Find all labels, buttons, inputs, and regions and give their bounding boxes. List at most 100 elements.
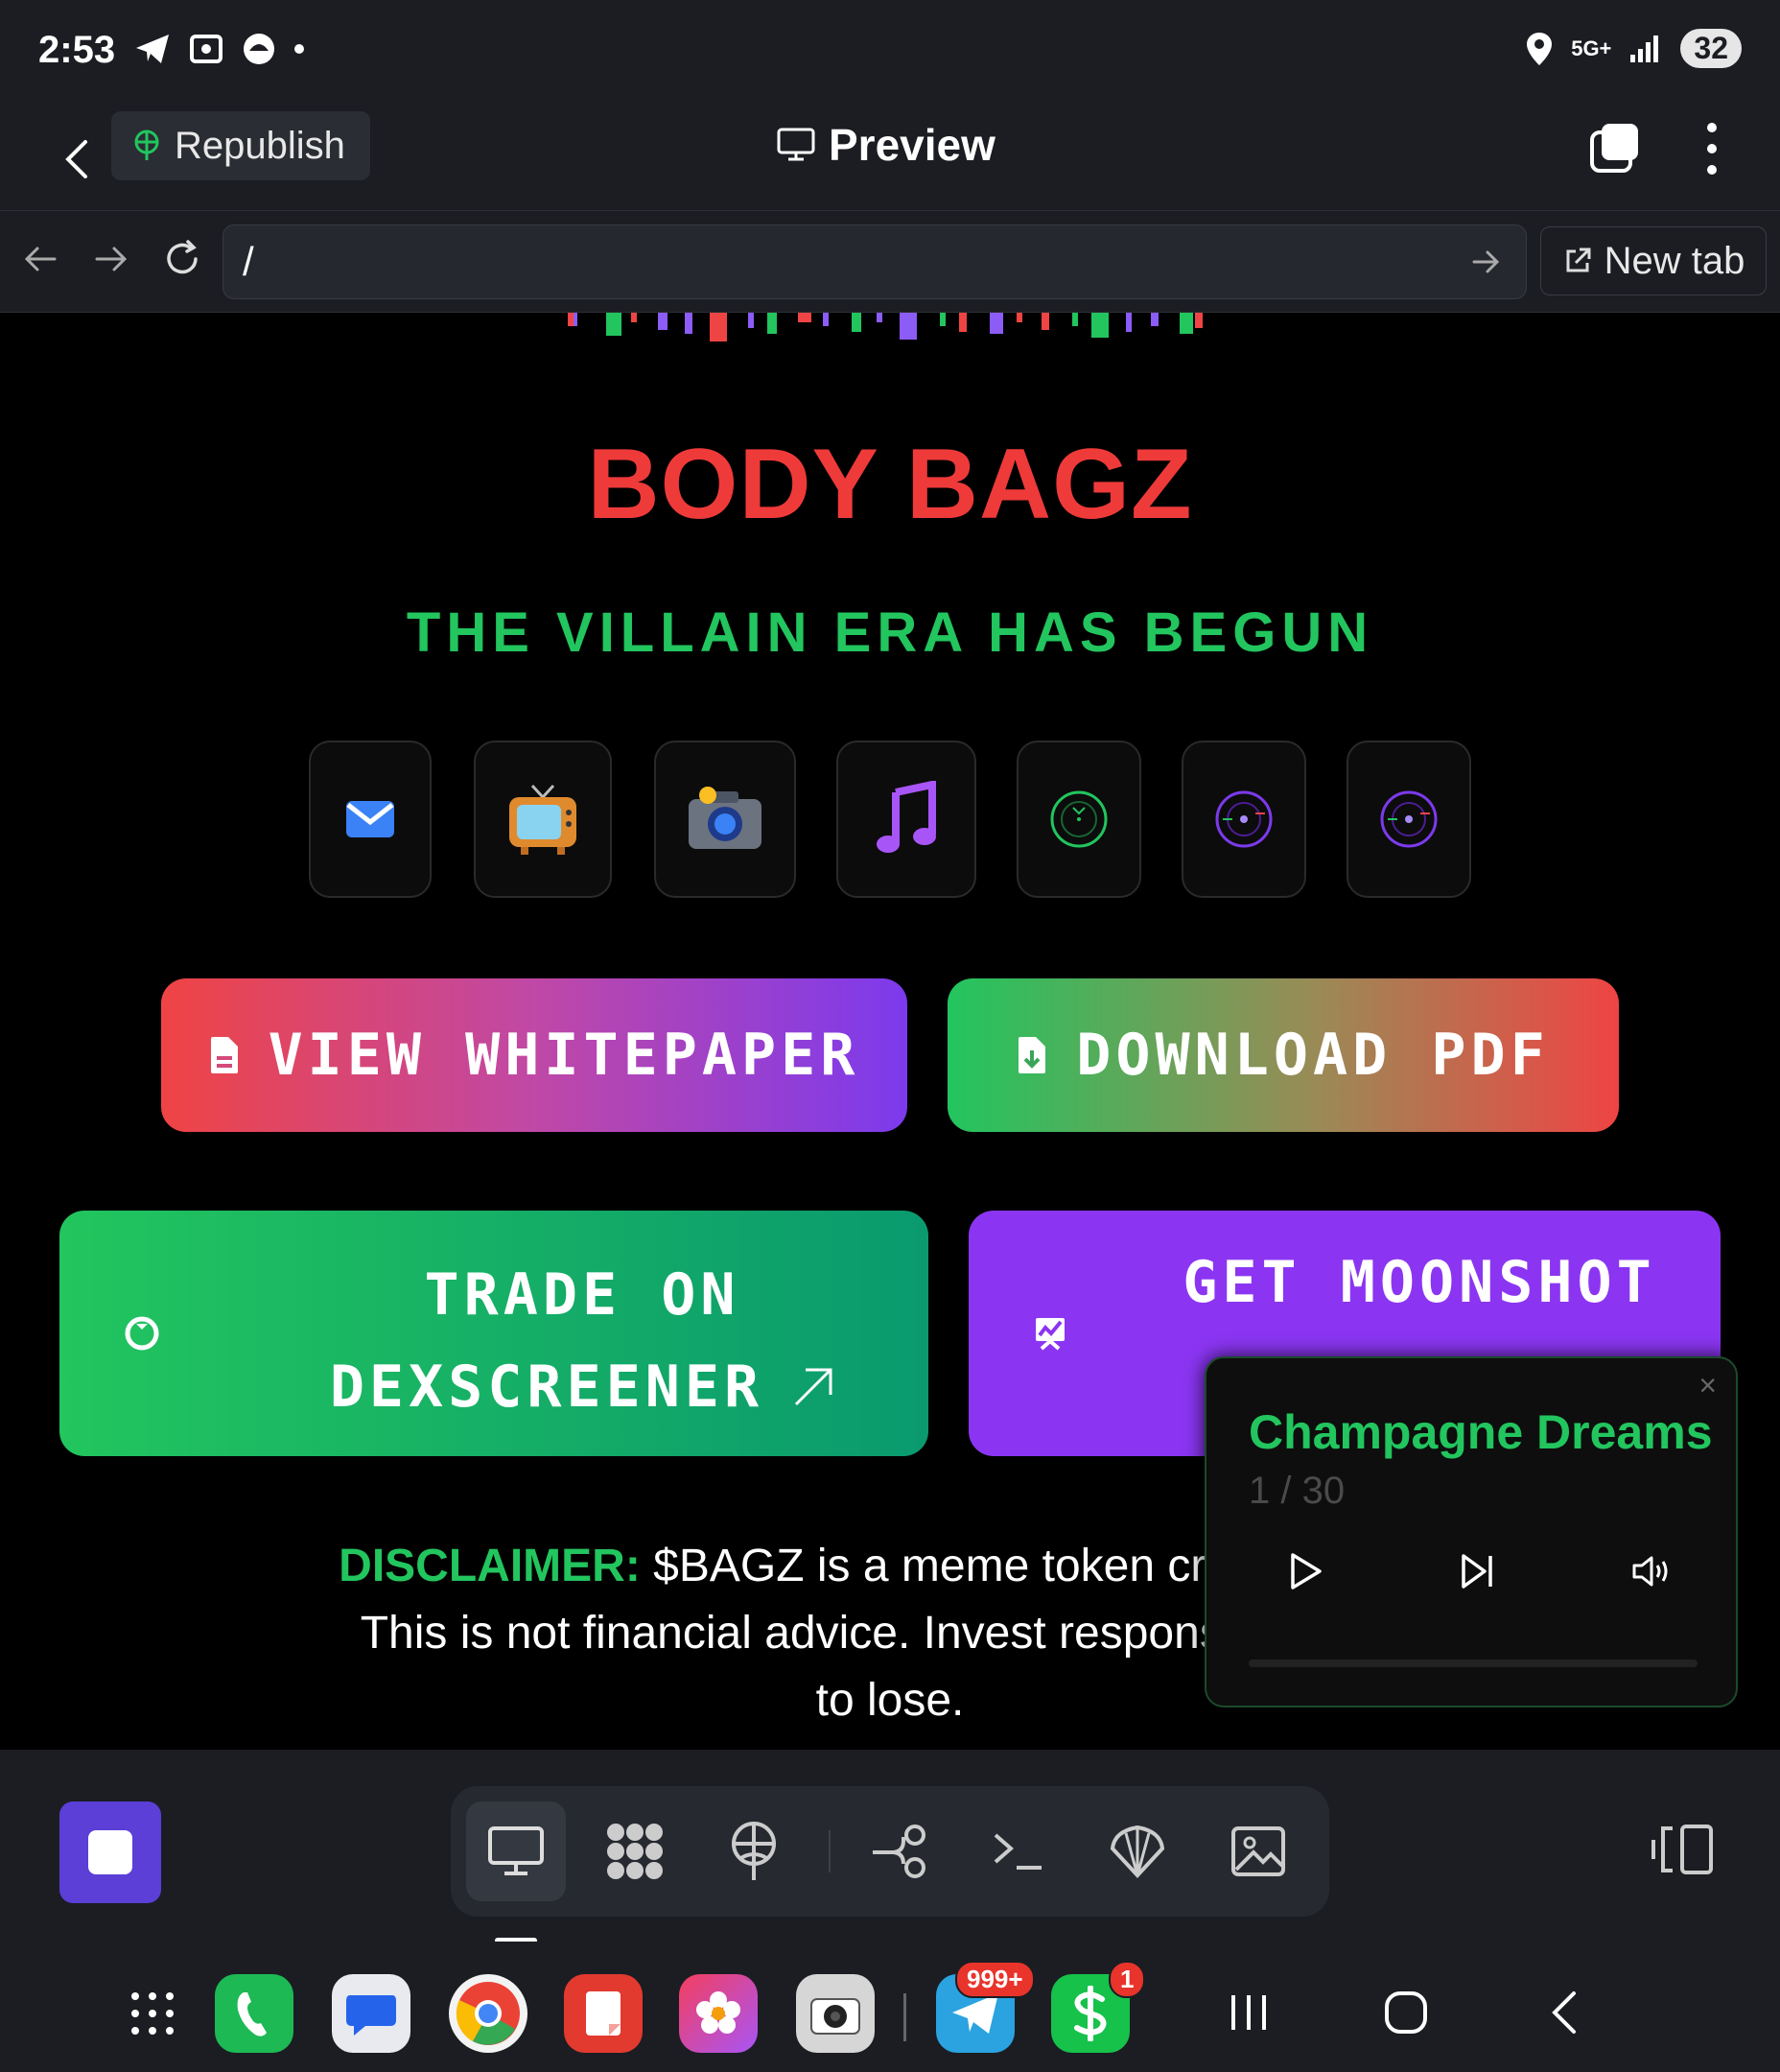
network-type: 5G+ xyxy=(1571,35,1612,60)
tool-preview[interactable] xyxy=(466,1801,566,1901)
go-arrow-icon[interactable] xyxy=(1468,245,1503,279)
split-view-icon[interactable] xyxy=(1650,1823,1717,1876)
location-icon xyxy=(1527,32,1553,65)
app-cash[interactable]: 1 xyxy=(1051,1961,1146,2053)
screenshot-notification-icon xyxy=(190,35,222,63)
tool-workspace[interactable] xyxy=(585,1801,685,1901)
dock-divider xyxy=(903,1993,906,2041)
notification-icons xyxy=(134,31,305,67)
app-phone[interactable] xyxy=(215,1974,293,2053)
dex-line2-row: DEXSCREENER xyxy=(270,1341,894,1433)
url-input[interactable]: / xyxy=(222,224,1527,299)
tool-switcher xyxy=(451,1786,1329,1917)
arrow-right-icon xyxy=(95,247,128,271)
equalizer-bars xyxy=(568,313,1203,341)
arrow-up-right-icon xyxy=(795,1368,832,1406)
tool-shell[interactable] xyxy=(969,1801,1068,1901)
view-whitepaper-button[interactable]: VIEW WHITEPAPER xyxy=(161,978,907,1132)
clock: 2:53 xyxy=(38,29,116,71)
dex-line2: DEXSCREENER xyxy=(329,1354,764,1421)
music-note-icon xyxy=(877,781,936,853)
browser-back-button[interactable] xyxy=(13,232,67,286)
social-orbit-button-2[interactable] xyxy=(1347,741,1471,898)
home-icon xyxy=(1385,1991,1427,2034)
republish-label: Republish xyxy=(175,124,345,167)
whitepaper-label: VIEW WHITEPAPER xyxy=(268,1022,860,1089)
camera-icon xyxy=(810,1998,860,2035)
social-tv-button[interactable] xyxy=(474,741,612,898)
app-notes[interactable] xyxy=(564,1974,643,2053)
app-chrome[interactable] xyxy=(449,1974,527,2053)
trade-dexscreener-button[interactable]: TRADE ON DEXSCREENER xyxy=(59,1211,928,1456)
browser-forward-button[interactable] xyxy=(84,232,138,286)
new-tab-button[interactable]: New tab xyxy=(1540,226,1767,295)
app-telegram[interactable]: 999+ xyxy=(936,1961,1035,2053)
social-links xyxy=(0,741,1780,898)
git-branch-icon xyxy=(873,1825,925,1878)
dex-line1: TRADE ON xyxy=(424,1261,740,1329)
more-options-button[interactable] xyxy=(1705,123,1719,175)
skip-next-icon[interactable] xyxy=(1456,1550,1498,1592)
stop-button[interactable] xyxy=(59,1801,161,1903)
player-close-button[interactable]: × xyxy=(1698,1368,1717,1403)
mail-icon xyxy=(346,801,394,837)
url-text: / xyxy=(243,239,254,284)
monitor-icon xyxy=(488,1826,544,1875)
track-counter: 1 / 30 xyxy=(1249,1470,1346,1512)
page-subtitle: THE VILLAIN ERA HAS BEGUN xyxy=(406,601,1374,664)
social-music-button[interactable] xyxy=(836,741,976,898)
shell-icon xyxy=(1110,1825,1165,1878)
radar-icon xyxy=(1050,790,1108,848)
chat-bubble-icon xyxy=(346,1995,396,2036)
telegram-badge: 999+ xyxy=(955,1961,1035,1998)
terminal-icon xyxy=(994,1833,1042,1870)
tool-assets[interactable] xyxy=(1208,1801,1308,1901)
tool-git[interactable] xyxy=(852,1801,951,1901)
app-messages[interactable] xyxy=(332,1974,410,2053)
image-icon xyxy=(1231,1826,1285,1876)
republish-button[interactable]: Republish xyxy=(111,111,370,180)
home-button[interactable] xyxy=(1377,1984,1435,2041)
back-button[interactable] xyxy=(48,130,105,188)
app-camera[interactable] xyxy=(796,1974,875,2053)
document-icon xyxy=(210,1037,238,1073)
download-pdf-button[interactable]: DOWNLOAD PDF xyxy=(948,978,1619,1132)
camera-icon xyxy=(689,787,761,849)
external-link-icon xyxy=(1566,247,1591,272)
broadcast-icon xyxy=(134,130,159,160)
social-radar-button[interactable] xyxy=(1017,741,1141,898)
orbit-icon xyxy=(1215,790,1273,848)
app-bar: Republish Preview xyxy=(0,107,1780,211)
play-icon[interactable] xyxy=(1283,1550,1325,1592)
signal-icon xyxy=(1630,35,1659,62)
new-tab-label: New tab xyxy=(1604,239,1745,282)
track-title: Champagne Dreams xyxy=(1249,1405,1713,1459)
recent-apps-button[interactable] xyxy=(1220,1984,1277,2041)
social-orbit-button[interactable] xyxy=(1182,741,1306,898)
playback-progress-bar[interactable] xyxy=(1249,1660,1698,1667)
disclaimer-label: DISCLAIMER: xyxy=(339,1541,641,1591)
app-gallery[interactable] xyxy=(679,1974,758,2053)
social-camera-button[interactable] xyxy=(654,741,796,898)
telegram-notification-icon xyxy=(136,35,169,63)
dexscreener-icon xyxy=(125,1316,159,1351)
more-notifications-dot-icon xyxy=(294,44,304,54)
arrow-left-icon xyxy=(24,247,57,271)
system-back-button[interactable] xyxy=(1534,1984,1592,2041)
battery-indicator: 32 xyxy=(1680,29,1742,68)
social-mail-button[interactable] xyxy=(309,741,432,898)
system-dock: 999+ 1 xyxy=(0,1942,1780,2072)
cash-badge: 1 xyxy=(1109,1961,1146,1998)
tool-agent[interactable] xyxy=(1088,1801,1187,1901)
toolbar-divider xyxy=(829,1830,831,1872)
tabs-button[interactable] xyxy=(1588,121,1642,175)
system-status: 5G+ 32 xyxy=(1525,29,1742,68)
app-drawer-button[interactable] xyxy=(113,1974,192,2053)
tv-icon xyxy=(509,784,576,855)
recents-icon xyxy=(1231,1995,1266,2030)
phone-icon xyxy=(237,1992,267,2037)
monitor-icon xyxy=(777,128,815,161)
reload-button[interactable] xyxy=(155,232,209,286)
tool-deploy[interactable] xyxy=(704,1801,804,1901)
volume-icon[interactable] xyxy=(1630,1550,1673,1592)
